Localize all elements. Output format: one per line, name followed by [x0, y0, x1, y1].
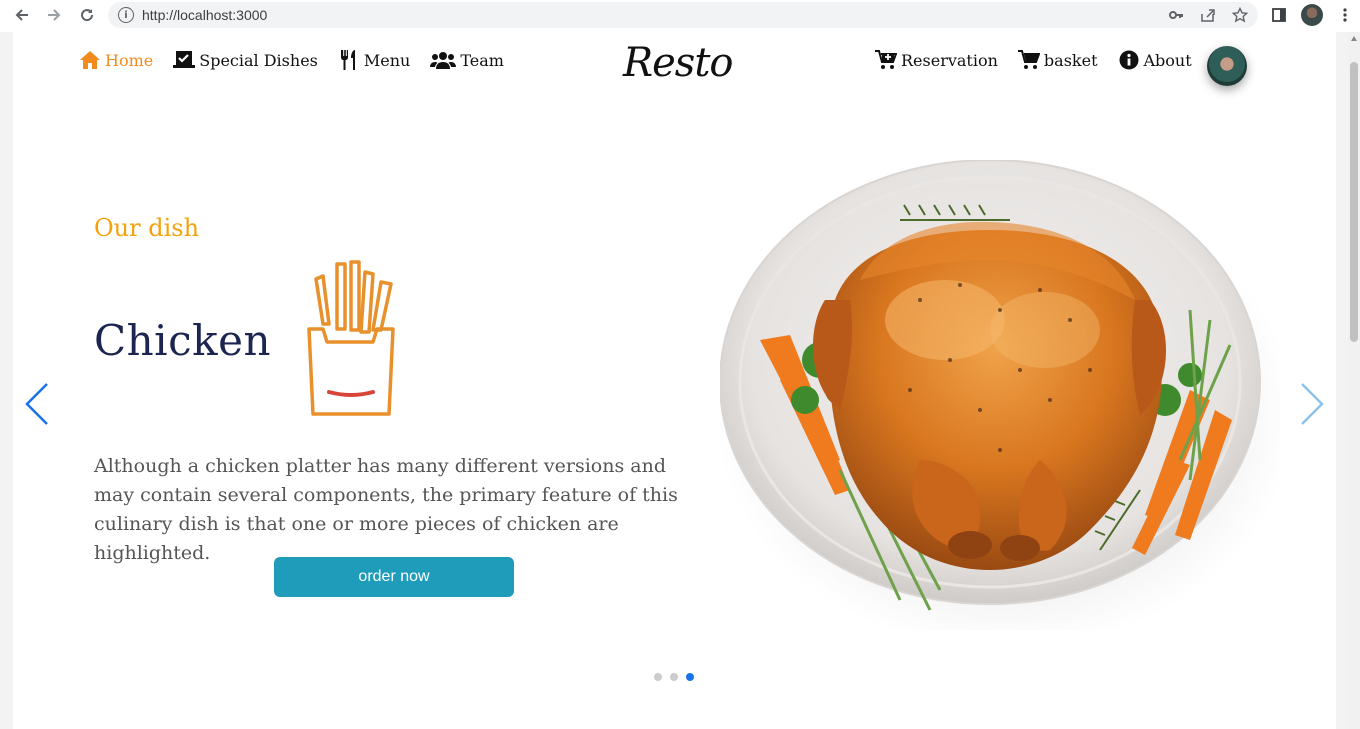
nav-right: Reservation basket About	[875, 50, 1192, 70]
reload-icon	[81, 9, 94, 22]
scroll-up-arrow-icon[interactable]	[1351, 36, 1357, 41]
nav-label-special-dishes: Special Dishes	[199, 50, 318, 70]
nav-label-menu: Menu	[363, 50, 411, 70]
arrow-left-icon	[15, 9, 28, 21]
cart-plus-icon	[875, 50, 897, 70]
nav-item-menu[interactable]: Menu	[338, 50, 410, 70]
carousel-prev-button[interactable]	[24, 382, 50, 430]
laptop-check-icon	[173, 50, 196, 70]
nav-item-basket[interactable]: basket	[1017, 50, 1098, 70]
kebab-menu-icon[interactable]	[1334, 4, 1356, 26]
fries-icon	[301, 254, 401, 420]
page-scrollbar[interactable]	[1348, 32, 1360, 729]
viewport: Home Special Dishes Menu Team Resto Rese…	[0, 32, 1360, 729]
carousel-dot-1[interactable]	[654, 673, 662, 681]
hero-eyebrow: Our dish	[94, 214, 200, 242]
key-icon[interactable]	[1166, 5, 1186, 25]
hero-title: Chicken	[94, 316, 271, 365]
cart-icon	[1017, 50, 1040, 70]
url-text[interactable]: http://localhost:3000	[142, 7, 267, 23]
utensils-icon	[338, 50, 360, 70]
share-icon[interactable]	[1198, 5, 1218, 25]
nav-left: Home Special Dishes Menu Team	[79, 50, 504, 70]
info-circle-icon	[1118, 50, 1140, 70]
chevron-left-icon	[25, 383, 48, 425]
home-icon	[79, 50, 101, 70]
nav-item-reservation[interactable]: Reservation	[875, 50, 998, 70]
site-info-icon[interactable]: i	[118, 7, 134, 23]
reload-button[interactable]	[76, 4, 98, 26]
nav-label-reservation: Reservation	[901, 50, 998, 70]
nav-item-about[interactable]: About	[1118, 50, 1192, 70]
user-avatar[interactable]	[1207, 46, 1247, 86]
chevron-right-icon	[1301, 383, 1324, 425]
browser-toolbar: i http://localhost:3000	[0, 0, 1360, 32]
chicken-plate-image	[715, 159, 1295, 650]
hero-description: Although a chicken platter has many diff…	[94, 455, 678, 564]
address-bar[interactable]: i http://localhost:3000	[108, 2, 1258, 28]
back-button[interactable]	[11, 4, 33, 26]
carousel-dot-3[interactable]	[686, 673, 694, 681]
nav-item-special-dishes[interactable]: Special Dishes	[173, 50, 318, 70]
nav-item-home[interactable]: Home	[79, 50, 153, 70]
scrollbar-thumb[interactable]	[1350, 62, 1358, 342]
profile-avatar-icon[interactable]	[1301, 4, 1323, 26]
carousel-next-button[interactable]	[1299, 382, 1325, 430]
forward-button[interactable]	[43, 4, 65, 26]
brand-logo[interactable]: Resto	[623, 40, 733, 86]
nav-label-basket: basket	[1043, 50, 1098, 70]
order-now-button[interactable]: order now	[274, 557, 514, 597]
carousel-indicators	[654, 673, 694, 681]
arrow-right-icon	[48, 9, 61, 21]
nav-item-team[interactable]: Team	[430, 50, 504, 70]
nav-label-home: Home	[105, 50, 154, 70]
carousel-dot-2[interactable]	[670, 673, 678, 681]
nav-label-team: Team	[460, 50, 504, 70]
users-icon	[430, 50, 457, 70]
side-panel-icon[interactable]	[1268, 4, 1290, 26]
nav-label-about: About	[1143, 50, 1192, 70]
page: Home Special Dishes Menu Team Resto Rese…	[13, 32, 1336, 729]
bookmark-star-icon[interactable]	[1230, 5, 1250, 25]
